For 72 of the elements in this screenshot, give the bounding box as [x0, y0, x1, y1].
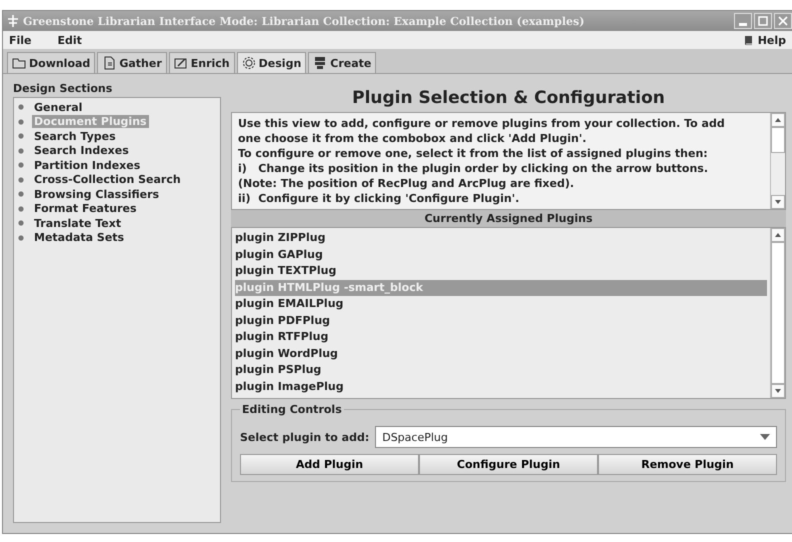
scrollbar[interactable] — [770, 113, 785, 209]
bullet-icon — [18, 206, 24, 212]
tab[interactable]: Create — [308, 52, 376, 73]
minimize-icon — [739, 22, 747, 26]
maximize-button[interactable] — [754, 13, 772, 29]
tab[interactable]: Download — [7, 52, 96, 73]
section-item[interactable]: Metadata Sets — [32, 231, 126, 244]
bullet-icon — [18, 162, 24, 168]
tab[interactable]: Gather — [97, 52, 167, 73]
gear-icon — [242, 56, 256, 70]
section-item[interactable]: Search Indexes — [32, 144, 131, 158]
instruction-line: i) Change its position in the plugin order by clicking on the arrow buttons. — [238, 161, 710, 176]
plugin-item[interactable]: plugin TEXTPlug — [235, 263, 767, 280]
app-icon — [7, 15, 19, 27]
scroll-down-icon[interactable] — [771, 195, 785, 209]
tab[interactable]: Design — [236, 52, 306, 73]
maximize-icon — [758, 16, 768, 26]
plugin-item[interactable]: plugin RTFPlug — [235, 329, 767, 346]
help-menu[interactable]: Help — [742, 34, 786, 46]
scroll-up-icon[interactable] — [771, 113, 785, 127]
document-icon — [102, 56, 116, 70]
bullet-icon — [18, 234, 24, 241]
list-title: Currently Assigned Plugins — [231, 210, 786, 227]
sidebar-title: Design Sections — [13, 82, 114, 95]
bullet-icon — [18, 220, 24, 226]
section-item[interactable]: Format Features — [32, 202, 138, 216]
tab[interactable]: Enrich — [168, 52, 235, 73]
bullet-icon — [18, 104, 24, 110]
window-title: Greenstone Librarian Interface Mode: Librarian Collection: Example Collection (examples) — [23, 14, 586, 28]
instruction-line: one choose it from the combobox and click 'Add Plugin'. — [238, 131, 588, 146]
stack-icon — [313, 56, 328, 70]
bullet-icon — [18, 118, 24, 125]
close-button[interactable] — [774, 13, 792, 29]
scroll-down-icon[interactable] — [771, 384, 785, 398]
plugin-item[interactable]: plugin WordPlug — [235, 346, 767, 362]
section-item[interactable]: Cross-Collection Search — [32, 173, 183, 186]
bullet-icon — [18, 191, 24, 198]
group-title: Editing Controls — [241, 403, 343, 416]
menu-item[interactable]: File — [9, 34, 32, 46]
plugin-item[interactable]: plugin ZIPPlug — [235, 230, 767, 246]
plugin-item[interactable]: plugin ImagePlug — [235, 378, 767, 395]
section-item[interactable]: General — [32, 100, 84, 114]
scrollbar[interactable] — [770, 228, 785, 398]
dropdown-arrow-icon — [760, 434, 770, 440]
scroll-up-icon[interactable] — [771, 228, 785, 242]
instruction-line: Use this view to add, configure or remove plugins from your collection. To add — [238, 116, 726, 131]
section-item[interactable]: Partition Indexes — [32, 158, 142, 172]
plugin-item[interactable]: plugin PSPlug — [235, 362, 767, 378]
instruction-line: (Note: The position of RecPlug and ArcPlug are fixed). — [238, 176, 576, 191]
instruction-line: ii) Configure it by clicking 'Configure Plugin'. — [238, 191, 520, 206]
folder-icon — [12, 56, 26, 70]
menu-item[interactable]: Edit — [58, 34, 82, 46]
panel-title: Plugin Selection & Configuration — [351, 87, 666, 110]
plugin-item[interactable]: plugin PDFPlug — [235, 312, 767, 329]
book-icon — [742, 34, 754, 46]
select-label: Select plugin to add: — [240, 430, 370, 444]
action-button[interactable]: Remove Plugin — [598, 454, 777, 475]
close-icon — [778, 16, 788, 26]
section-item[interactable]: Search Types — [32, 130, 118, 143]
pencil-icon — [174, 56, 188, 70]
plugin-item[interactable]: plugin GAPlug — [235, 246, 767, 263]
minimize-button[interactable] — [734, 13, 752, 29]
instruction-line: To configure or remove one, select it from the list of assigned plugins then: — [238, 146, 709, 161]
plugin-dropdown[interactable]: DSpacePlug — [375, 426, 777, 448]
bullet-icon — [18, 148, 24, 154]
bullet-icon — [18, 176, 24, 183]
action-button[interactable]: Add Plugin — [240, 454, 419, 475]
action-button[interactable]: Configure Plugin — [419, 454, 598, 475]
section-item[interactable]: Browsing Classifiers — [32, 188, 162, 201]
section-item[interactable]: Translate Text — [32, 216, 124, 230]
plugin-item[interactable]: plugin EMAILPlug — [235, 296, 767, 312]
bullet-icon — [18, 133, 24, 140]
